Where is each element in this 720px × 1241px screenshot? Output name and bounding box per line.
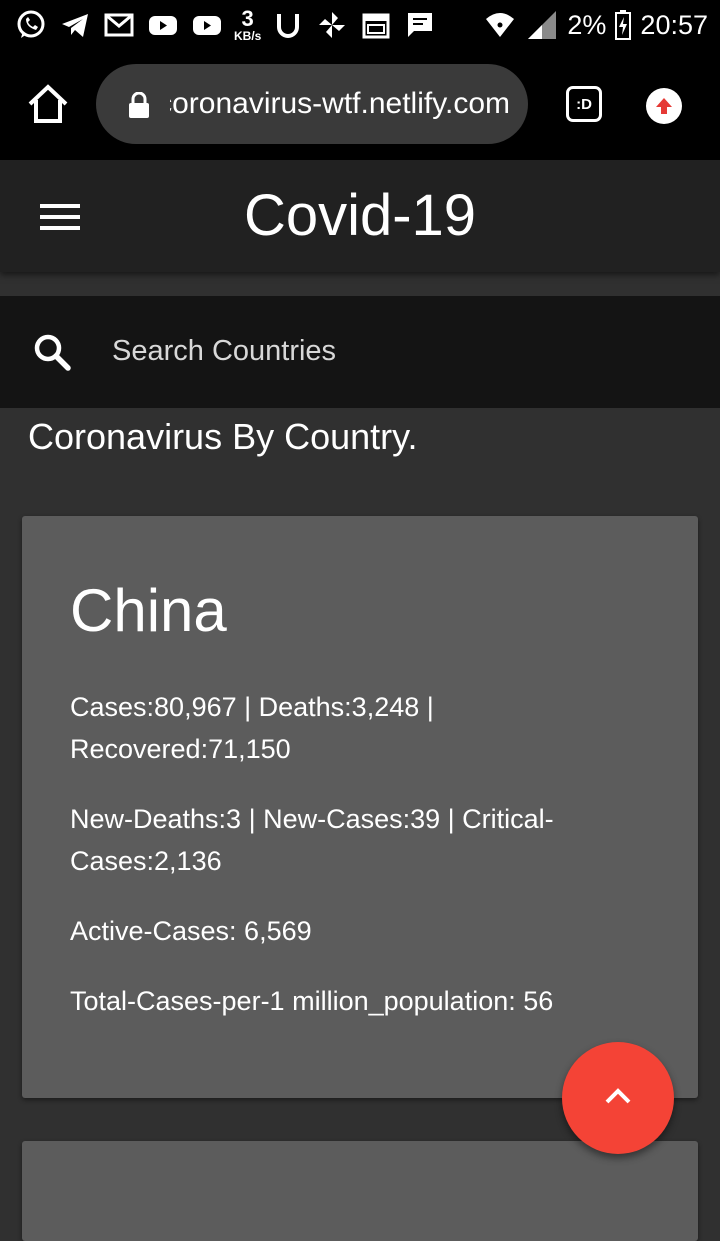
chevron-up-icon (603, 1086, 633, 1111)
app-bar: Covid-19 (0, 160, 720, 272)
wifi-icon (483, 8, 517, 42)
youtube-icon (146, 8, 180, 42)
home-icon[interactable] (26, 82, 70, 126)
clock: 20:57 (640, 9, 708, 40)
upload-icon[interactable] (646, 88, 682, 124)
cases-deaths-recovered: Cases:80,967 | Deaths:3,248 | Recovered:… (70, 692, 434, 764)
scroll-to-top-button[interactable] (562, 1042, 674, 1154)
u-app-icon (271, 8, 305, 42)
browser-bar: coronavirus-wtf.netlify.com :D (0, 50, 720, 160)
network-speed-unit: KB/s (234, 29, 262, 43)
status-bar: 3 KB/s 2% 20:57 (0, 0, 720, 50)
battery-percent: 2% (567, 9, 607, 40)
network-speed-value: 3 (241, 6, 254, 31)
country-card[interactable]: China Cases:80,967 | Deaths:3,248 | Reco… (22, 516, 698, 1098)
message-icon (403, 8, 437, 42)
battery-icon (614, 8, 632, 42)
whatsapp-icon (14, 8, 48, 42)
pinwheel-icon (315, 8, 349, 42)
country-card[interactable] (22, 1141, 698, 1241)
telegram-icon (58, 8, 92, 42)
country-stats: Cases:80,967 | Deaths:3,248 | Recovered:… (70, 686, 630, 1050)
country-name: China (70, 577, 227, 644)
search-input[interactable] (100, 326, 684, 376)
search-bar (0, 296, 720, 408)
youtube-icon (190, 8, 224, 42)
calendar-icon (359, 8, 393, 42)
url-bar[interactable]: coronavirus-wtf.netlify.com (96, 64, 528, 144)
signal-icon (525, 8, 559, 42)
extension-icon[interactable]: :D (566, 86, 602, 122)
network-speed: 3 KB/s (234, 6, 262, 43)
active-cases: Active-Cases: 6,569 (70, 916, 312, 946)
section-heading: Coronavirus By Country. (28, 416, 418, 457)
url-text: coronavirus-wtf.netlify.com (170, 87, 510, 120)
cases-per-million: Total-Cases-per-1 million_population: 56 (70, 986, 554, 1016)
gmail-icon (102, 8, 136, 42)
new-deaths-cases-critical: New-Deaths:3 | New-Cases:39 | Critical-C… (70, 804, 554, 876)
search-icon[interactable] (32, 332, 72, 372)
lock-icon (128, 91, 150, 118)
app-title: Covid-19 (243, 183, 477, 248)
